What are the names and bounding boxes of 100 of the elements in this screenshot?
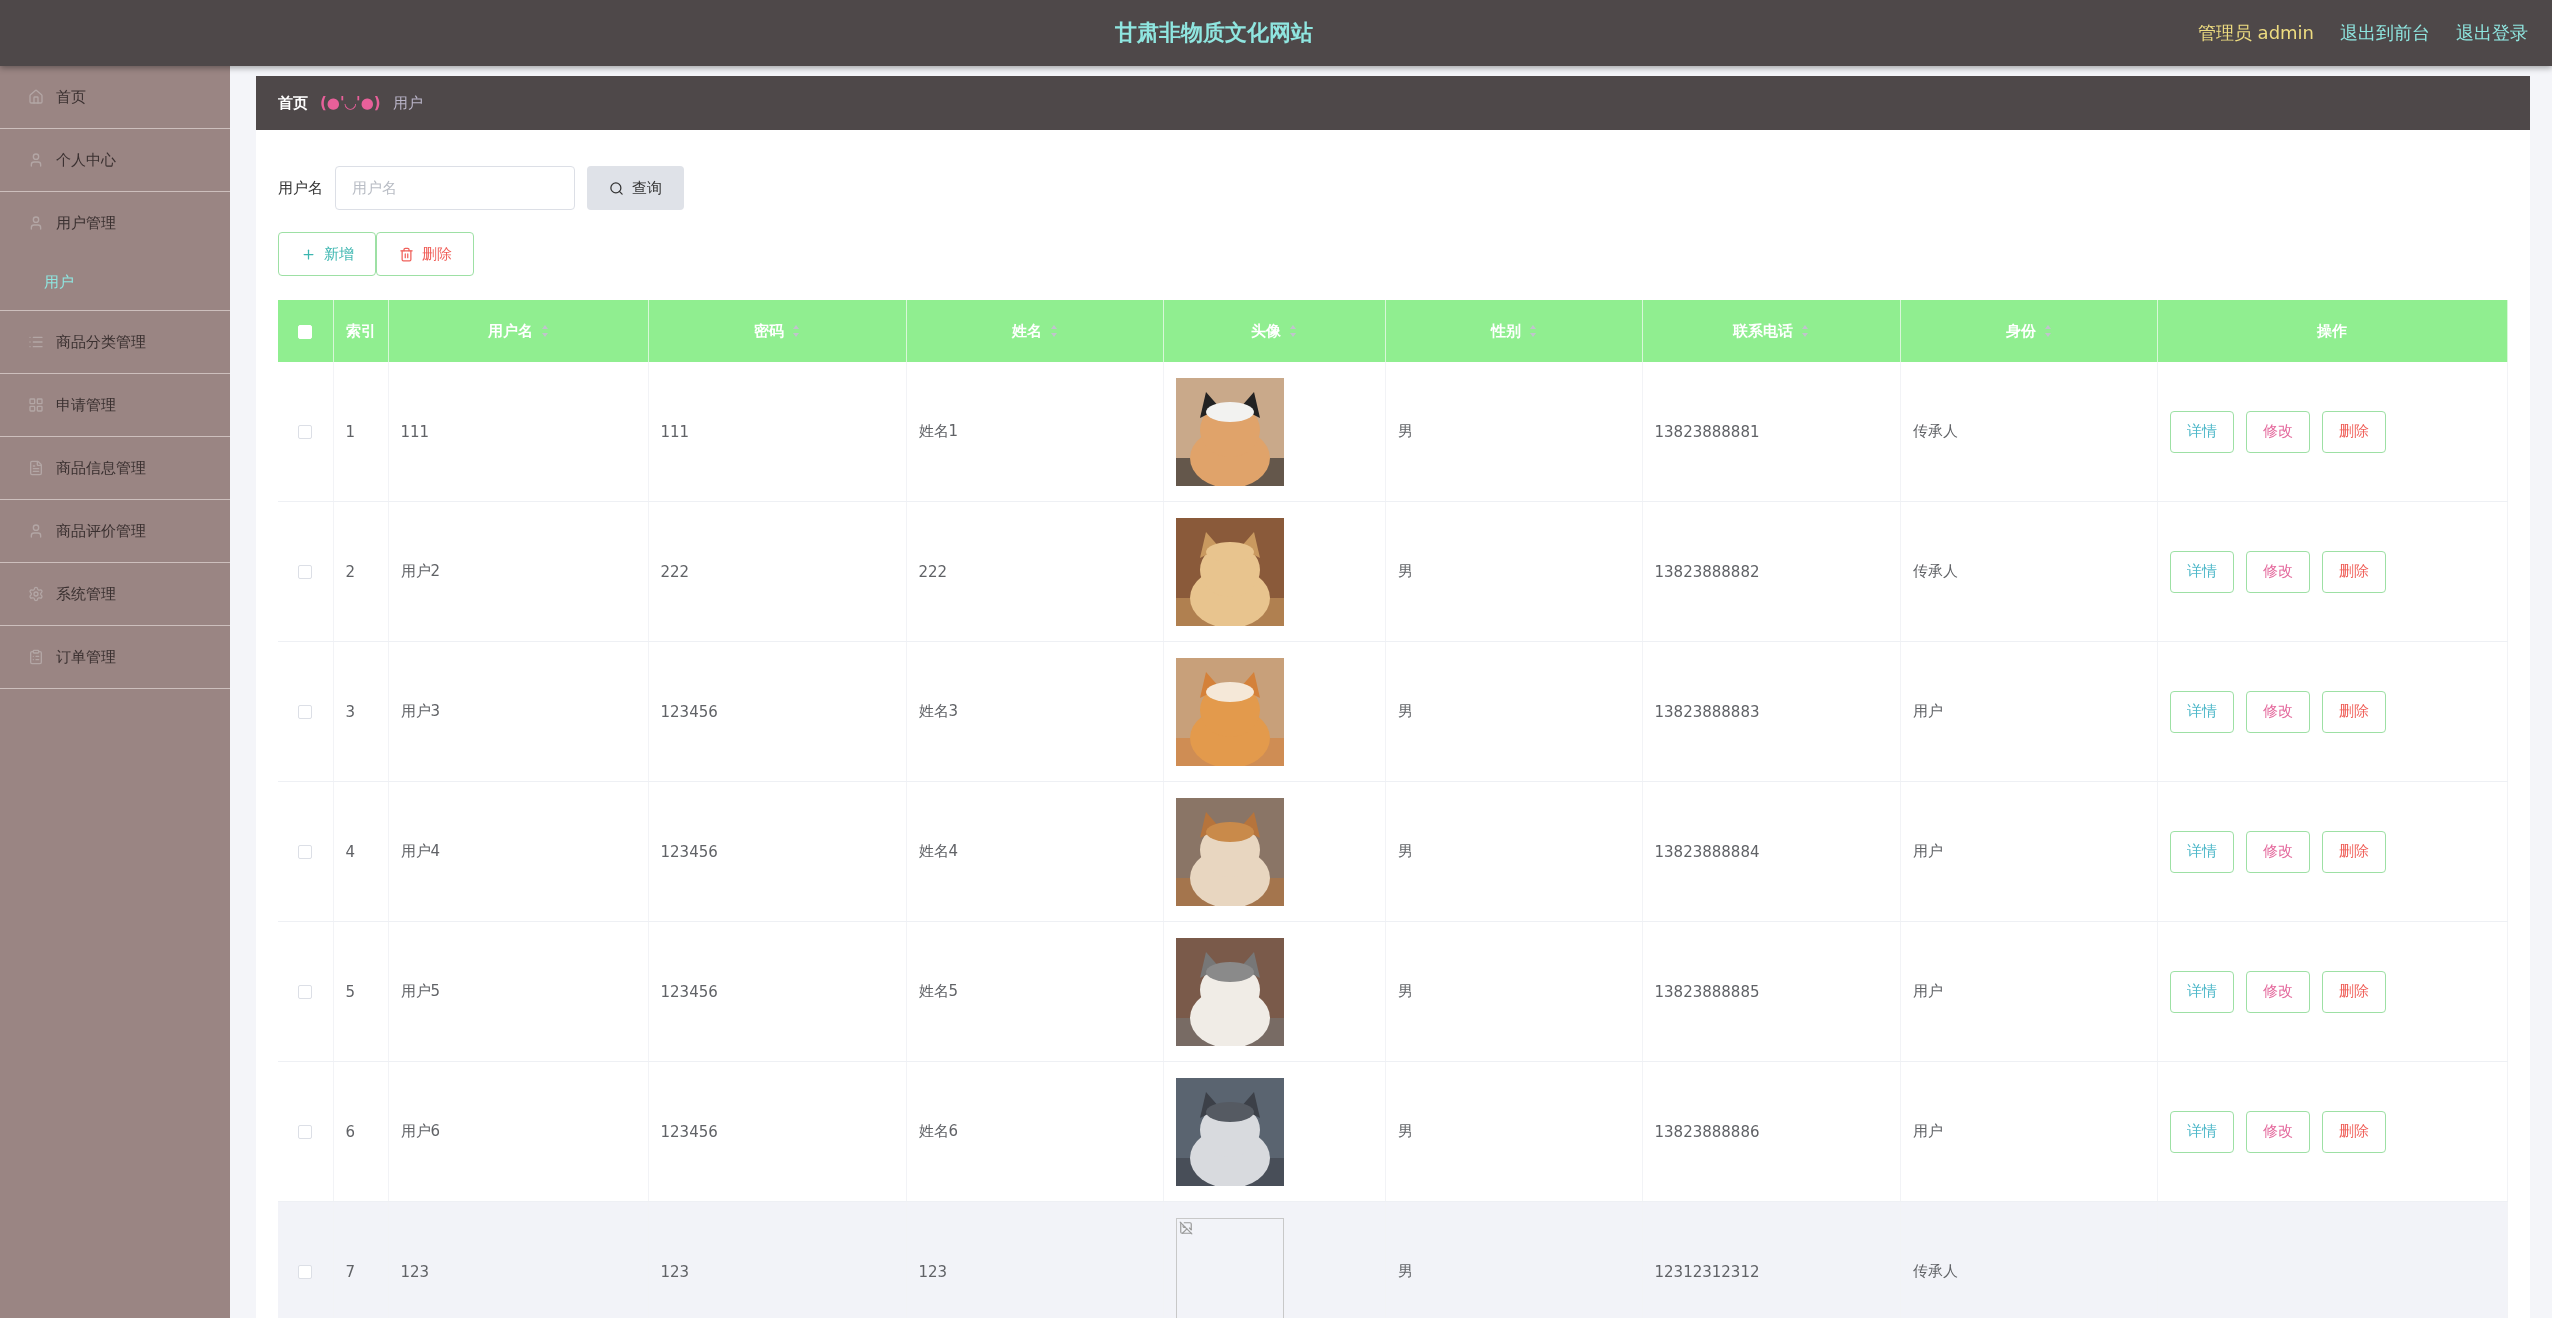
sort-icon[interactable] xyxy=(540,324,549,338)
table-cell: 111 xyxy=(400,422,430,441)
table-cell: 用户 xyxy=(1912,702,1943,720)
sidebar-item[interactable]: 商品评价管理 xyxy=(0,500,230,563)
select-all-checkbox[interactable] xyxy=(298,324,313,339)
table-cell: 男 xyxy=(1397,1262,1413,1280)
clipboard-icon xyxy=(28,649,44,665)
table-cell: 传承人 xyxy=(1912,1262,1958,1280)
edit-button[interactable]: 修改 xyxy=(2245,690,2310,733)
sidebar-item[interactable]: 用户管理 xyxy=(0,192,230,254)
row-checkbox[interactable] xyxy=(298,1125,313,1139)
detail-button[interactable]: 详情 xyxy=(2169,830,2234,873)
edit-button[interactable]: 修改 xyxy=(2245,830,2310,873)
delete-button[interactable]: 删除 xyxy=(2321,1110,2386,1153)
row-checkbox[interactable] xyxy=(298,565,313,579)
table-cell: 12312312312 xyxy=(1654,1262,1760,1281)
search-icon xyxy=(609,180,624,196)
table-cell: 用户 xyxy=(1912,842,1943,860)
sidebar-item[interactable]: 商品分类管理 xyxy=(0,311,230,374)
detail-button[interactable]: 详情 xyxy=(2169,1110,2234,1153)
table-cell: 13823888885 xyxy=(1654,982,1760,1001)
grid-icon xyxy=(28,397,44,413)
sidebar-item[interactable]: 订单管理 xyxy=(0,626,230,689)
table-cell: 222 xyxy=(660,562,690,581)
delete-button[interactable]: 删除 xyxy=(2321,410,2386,453)
table-cell: 123 xyxy=(918,1262,948,1281)
table-cell: 4 xyxy=(345,842,356,861)
header-link[interactable]: 退出到前台 xyxy=(2340,21,2430,45)
table-cell: 123 xyxy=(660,1262,690,1281)
table-cell: 1 xyxy=(345,422,356,441)
row-checkbox[interactable] xyxy=(298,985,313,999)
sort-icon[interactable] xyxy=(1528,324,1537,338)
row-checkbox[interactable] xyxy=(298,425,313,439)
edit-button[interactable]: 修改 xyxy=(2245,410,2310,453)
delete-button[interactable]: 删除 xyxy=(376,232,474,276)
sort-icon[interactable] xyxy=(1049,324,1058,338)
edit-button[interactable]: 修改 xyxy=(2245,970,2310,1013)
sidebar-item[interactable]: 申请管理 xyxy=(0,374,230,437)
table-cell: 男 xyxy=(1397,562,1413,580)
search-field[interactable]: 用户名 xyxy=(335,166,575,210)
breadcrumb-emoticon: (●'◡'●) xyxy=(320,94,381,112)
detail-button[interactable]: 详情 xyxy=(2169,970,2234,1013)
detail-button[interactable]: 详情 xyxy=(2169,550,2234,593)
sort-icon[interactable] xyxy=(1801,324,1809,338)
header-link[interactable]: 退出登录 xyxy=(2456,21,2528,45)
search-button[interactable]: 查询 xyxy=(587,166,684,210)
edit-button[interactable]: 修改 xyxy=(2245,550,2310,593)
field-label: 用户名 xyxy=(278,178,323,198)
row-checkbox[interactable] xyxy=(298,1265,313,1279)
table-cell: 111 xyxy=(660,422,690,441)
row-checkbox[interactable] xyxy=(298,705,313,719)
table-cell: 用户5 xyxy=(400,982,441,1000)
user-icon xyxy=(28,215,44,231)
table-cell: 用户 xyxy=(1912,1122,1943,1140)
table-cell: 222 xyxy=(918,562,948,581)
table-cell: 5 xyxy=(345,982,356,1001)
table-cell: 男 xyxy=(1397,842,1413,860)
sort-icon[interactable] xyxy=(1289,324,1297,338)
table-cell: 姓名3 xyxy=(918,702,959,720)
add-button[interactable]: 新增 xyxy=(278,232,376,276)
detail-button[interactable]: 详情 xyxy=(2169,410,2234,453)
delete-button[interactable]: 删除 xyxy=(2321,970,2386,1013)
table-cell: 3 xyxy=(345,702,356,721)
table-cell: 男 xyxy=(1397,422,1413,440)
sidebar-item[interactable]: 首页 xyxy=(0,66,230,129)
site-title: 甘肃非物质文化网站 xyxy=(1113,19,1314,47)
user-icon xyxy=(28,152,44,168)
delete-button[interactable]: 删除 xyxy=(2321,690,2386,733)
delete-button[interactable]: 删除 xyxy=(2321,550,2386,593)
breadcrumb-link[interactable]: 首页 xyxy=(278,93,308,113)
table-cell: 7 xyxy=(345,1262,356,1281)
sidebar-item[interactable]: 系统管理 xyxy=(0,563,230,626)
table-cell: 用户6 xyxy=(400,1122,441,1140)
edit-button[interactable]: 修改 xyxy=(2245,1110,2310,1153)
delete-button[interactable]: 删除 xyxy=(2321,830,2386,873)
column-header: 操作 xyxy=(2317,321,2348,341)
table-cell: 123456 xyxy=(660,1122,718,1141)
sidebar-item[interactable]: 个人中心 xyxy=(0,129,230,192)
table-cell: 用户4 xyxy=(400,842,441,860)
table-cell: 男 xyxy=(1397,702,1413,720)
gear-icon xyxy=(28,586,44,602)
table-cell: 123456 xyxy=(660,842,718,861)
sidebar-item[interactable]: 商品信息管理 xyxy=(0,437,230,500)
table-cell: 用户3 xyxy=(400,702,441,720)
table-cell: 13823888884 xyxy=(1654,842,1760,861)
user-label: 管理员 admin xyxy=(2197,21,2314,45)
sort-icon[interactable] xyxy=(792,324,800,338)
plus-icon xyxy=(300,246,316,262)
table-cell: 男 xyxy=(1397,982,1413,1000)
table-cell: 传承人 xyxy=(1912,562,1958,580)
sort-icon[interactable] xyxy=(2043,324,2052,338)
table-cell: 13823888881 xyxy=(1654,422,1760,441)
table-cell: 用户2 xyxy=(400,562,441,580)
table-cell: 传承人 xyxy=(1912,422,1958,440)
user-icon xyxy=(28,523,44,539)
breadcrumb-current: 用户 xyxy=(392,93,423,113)
detail-button[interactable]: 详情 xyxy=(2169,690,2234,733)
row-checkbox[interactable] xyxy=(298,845,313,859)
table-cell: 姓名1 xyxy=(918,422,959,440)
sidebar-subitem[interactable]: 用户 xyxy=(0,254,230,310)
